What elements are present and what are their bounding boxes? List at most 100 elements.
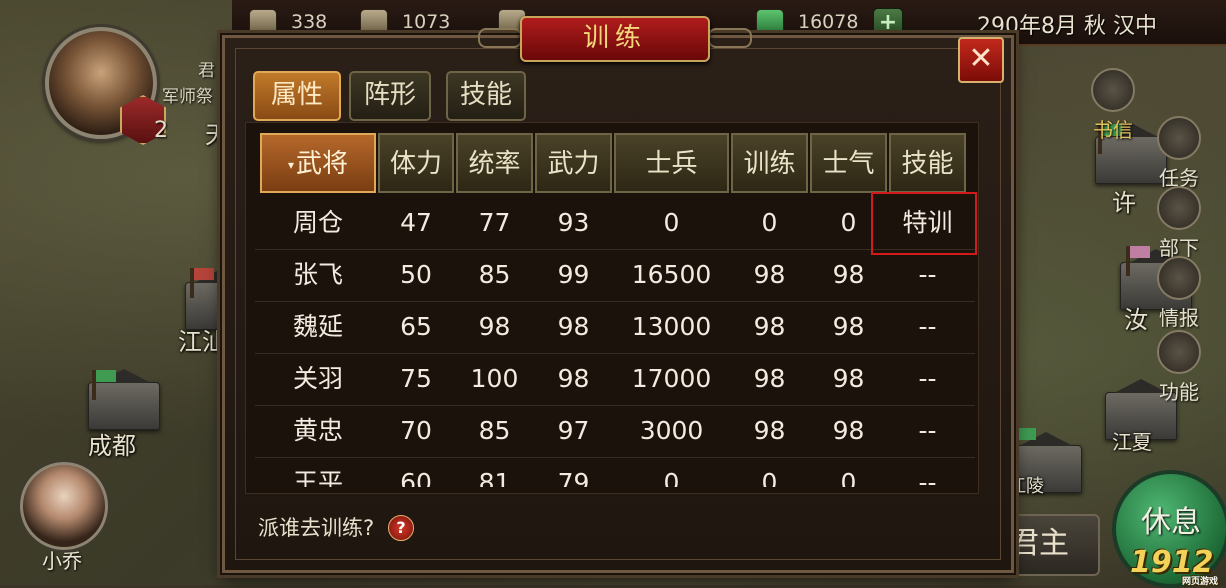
title-ornament-left [478,28,522,48]
cell-force: 98 [557,364,590,393]
menu-letters-label: 书信 [1093,118,1133,142]
cell-name: 黄忠 [292,416,343,445]
add-currency-button[interactable]: + [873,8,903,38]
tab-skills[interactable]: 技能 [446,71,526,121]
cell-name: 魏延 [292,312,343,341]
cell-leadership: 81 [478,468,511,487]
cell-training: 98 [753,364,786,393]
menu-functions[interactable]: 功能 [1150,330,1208,405]
cell-name: 关羽 [292,364,343,393]
cell-morale: 98 [832,260,865,289]
coin-pouch-icon [249,9,277,35]
table-row[interactable]: 王平 60 81 79 0 0 0 -- [255,457,975,487]
training-prompt: 派谁去训练? [258,516,375,540]
cell-training: 0 [761,208,778,237]
subordinate-icon [1157,186,1201,230]
cell-stamina: 50 [400,260,432,289]
flag-icon [190,268,214,298]
cell-skill: -- [918,468,937,487]
column-header-general[interactable]: ▾武将 [260,133,376,193]
cell-force: 97 [557,416,590,445]
title-ornament-right [708,28,752,48]
cell-morale: 0 [840,468,857,487]
site-watermark: 1912 网页游戏 [1130,545,1218,587]
table-row[interactable]: 周仓 47 77 93 0 0 0 特训 [255,197,975,250]
cell-soldiers: 0 [663,468,680,487]
cell-morale: 98 [832,312,865,341]
jade-value: 16078 [798,11,859,33]
cell-force: 98 [557,312,590,341]
resource-coin: 338 [249,8,327,36]
resource-grain: 1073 [360,8,450,36]
table-row[interactable]: 张飞 50 85 99 16500 98 98 -- [255,249,975,302]
cell-name: 王平 [292,468,343,487]
flag-icon [92,370,116,400]
table-row[interactable]: 魏延 65 98 98 13000 98 98 -- [255,301,975,354]
map-label-ru: 汝 [1124,306,1148,334]
cell-leadership: 77 [478,208,511,237]
cell-morale: 98 [832,364,865,393]
column-header-training[interactable]: 训练 [731,133,808,193]
cell-stamina: 65 [400,312,432,341]
sort-arrow-icon: ▾ [287,157,294,172]
cell-stamina: 47 [400,208,432,237]
cell-stamina: 60 [400,468,432,487]
cell-training: 98 [753,416,786,445]
lord-level: 2 [154,118,168,143]
map-label-chengdu: 成都 [88,432,136,460]
tab-attributes[interactable]: 属性 [253,71,341,121]
column-header-leadership[interactable]: 统率 [456,133,533,193]
cell-stamina: 75 [400,364,432,393]
column-header-soldiers[interactable]: 士兵 [614,133,729,193]
dialog-title: 训练 [520,16,710,62]
lord-title: 君 [198,61,215,81]
close-button[interactable]: ✕ [958,37,1004,83]
city-marker[interactable] [88,369,160,430]
cell-skill: -- [918,312,937,341]
cell-soldiers: 17000 [631,364,712,393]
help-icon[interactable]: ? [388,515,414,541]
cell-skill: -- [918,260,937,289]
secondary-avatar[interactable] [20,462,108,550]
quest-icon [1157,116,1201,160]
cell-name: 张飞 [292,260,343,289]
letter-icon [1091,68,1135,112]
cell-force: 79 [557,468,590,487]
general-rows: 周仓 47 77 93 0 0 0 特训 张飞 50 85 99 16500 9… [255,197,975,487]
jade-icon [756,9,784,35]
map-label-jiangxia: 江夏 [1112,430,1152,454]
cell-force: 93 [557,208,590,237]
menu-quests[interactable]: 任务 [1150,116,1208,191]
cell-morale: 98 [832,416,865,445]
map-label-xu: 许 [1112,189,1136,217]
coin-value: 338 [291,11,328,33]
column-header-skill[interactable]: 技能 [889,133,966,193]
column-header-general-label: 武将 [296,149,349,179]
table-row[interactable]: 关羽 75 100 98 17000 98 98 -- [255,353,975,406]
cell-skill: -- [918,416,937,445]
menu-subordinates[interactable]: 部下 [1150,186,1208,261]
menu-letters[interactable]: 书信 [1084,68,1142,143]
map-label-jiangshan: 江汕 [178,328,226,356]
cell-leadership: 98 [478,312,511,341]
tab-formation[interactable]: 阵形 [349,71,431,121]
watermark-subtext: 网页游戏 [1182,577,1219,587]
column-header-morale[interactable]: 士气 [810,133,887,193]
cell-stamina: 70 [400,416,432,445]
cell-soldiers: 0 [663,208,680,237]
skill-highlight-box [871,192,977,255]
resource-jade: 16078 [756,8,858,36]
grain-value: 1073 [402,11,451,33]
cell-training: 0 [761,468,778,487]
cell-training: 98 [753,312,786,341]
gear-icon [1157,330,1201,374]
intel-icon [1157,256,1201,300]
menu-intel-label: 情报 [1159,306,1199,330]
menu-intel[interactable]: 情报 [1150,256,1208,331]
cell-soldiers: 3000 [639,416,704,445]
column-header-stamina[interactable]: 体力 [378,133,454,193]
cell-leadership: 100 [470,364,519,393]
column-header-force[interactable]: 武力 [535,133,612,193]
table-row[interactable]: 黄忠 70 85 97 3000 98 98 -- [255,405,975,458]
grain-sack-icon [360,9,388,35]
